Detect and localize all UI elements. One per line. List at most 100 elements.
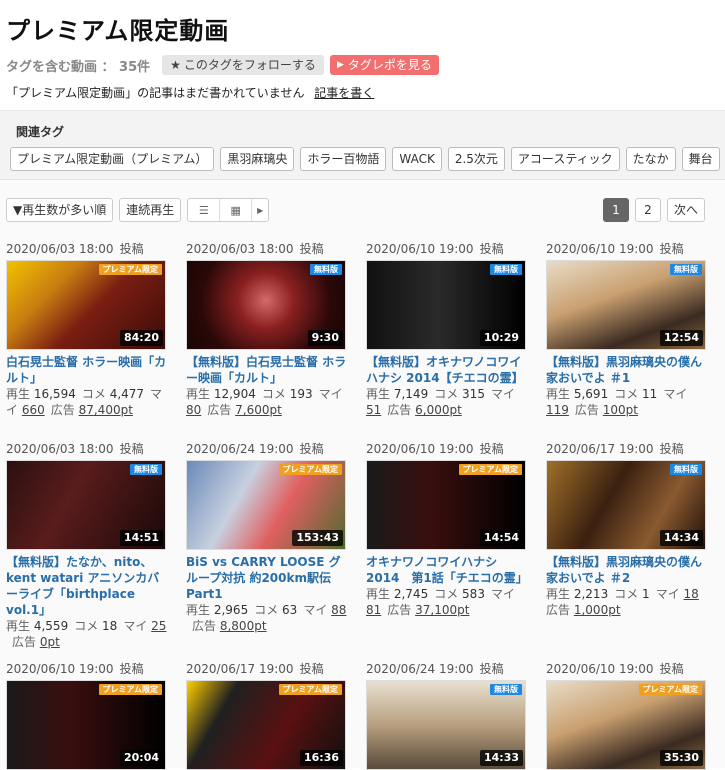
video-title-link[interactable]: 【無料版】黒羽麻璃央の僕ん家おいでよ ＃2 — [546, 554, 708, 586]
video-stats: 再生 5,691 コメ 11 マイ 119 広告 100pt — [546, 386, 708, 418]
page-2-button[interactable]: 2 — [634, 198, 661, 222]
video-thumbnail[interactable]: 無料版 10:29 — [366, 260, 526, 350]
video-title-link[interactable]: 【無料版】オキナワノコワイハナシ 2014【チエコの霊】 — [366, 354, 528, 386]
mylist-count-link[interactable]: 660 — [22, 403, 45, 417]
comments-count: 315 — [462, 387, 485, 401]
post-date: 2020/06/10 19:00 投稿 — [546, 660, 708, 678]
post-date-value: 2020/06/24 19:00 — [186, 442, 294, 456]
video-title-link[interactable]: 【無料版】黒羽麻璃央の僕ん家おいでよ ＃1 — [546, 354, 708, 386]
video-card[interactable]: 2020/06/17 19:00 投稿プレミアム限定 16:36 — [186, 660, 348, 770]
comments-count: 1 — [642, 587, 650, 601]
video-thumbnail[interactable]: プレミアム限定 20:04 — [6, 680, 166, 770]
post-label: 投稿 — [479, 662, 504, 676]
mylist-count-link[interactable]: 88 — [331, 603, 346, 617]
ads-label: 広告 — [546, 603, 571, 617]
comments-label: コメ — [614, 587, 639, 601]
video-thumbnail[interactable]: 無料版 14:33 — [366, 680, 526, 770]
continuous-play-button[interactable]: 連続再生 — [119, 198, 182, 222]
video-title-link[interactable]: 【無料版】白石晃士監督 ホラー映画「カルト」 — [186, 354, 348, 386]
views-count: 12,904 — [213, 387, 256, 401]
related-tag[interactable]: 黒羽麻璃央 — [220, 147, 295, 171]
list-view-icon[interactable]: ☰ — [188, 199, 221, 221]
ads-points-link[interactable]: 87,400pt — [79, 403, 133, 417]
video-card[interactable]: 2020/06/10 19:00 投稿無料版 12:54 【無料版】黒羽麻璃央の僕ん家… — [546, 240, 708, 418]
article-notice-text: 「プレミアム限定動画」の記事はまだ書かれていません — [6, 86, 305, 100]
video-thumbnail[interactable]: プレミアム限定 16:36 — [186, 680, 346, 770]
ads-points-link[interactable]: 7,600pt — [235, 403, 282, 417]
post-date: 2020/06/17 19:00 投稿 — [186, 660, 348, 678]
access-badge: 無料版 — [130, 464, 162, 475]
video-thumbnail[interactable]: 無料版 12:54 — [546, 260, 706, 350]
access-badge: 無料版 — [310, 264, 342, 275]
video-thumbnail[interactable]: プレミアム限定 14:54 — [366, 460, 526, 550]
play-icon: ▶ — [336, 60, 344, 70]
video-title-link[interactable]: 白石晃士監督 ホラー映画「カルト」 — [6, 354, 168, 386]
video-card[interactable]: 2020/06/10 19:00 投稿 プレミアム限定 14:54 オキナワノコワイハナ… — [366, 440, 528, 618]
sort-dropdown[interactable]: ▼再生数が多い順 — [6, 198, 114, 222]
grid-view-icon[interactable]: ▦ — [220, 199, 253, 221]
tag-repo-button[interactable]: ▶ タグレポを見る — [329, 55, 439, 75]
ads-points-link[interactable]: 1,000pt — [574, 603, 621, 617]
post-label: 投稿 — [299, 662, 324, 676]
video-card[interactable]: 2020/06/03 18:00 投稿 無料版 14:51 【無料版】たなか、nito、… — [6, 440, 168, 650]
mylist-count-link[interactable]: 18 — [684, 587, 699, 601]
ads-points-link[interactable]: 100pt — [603, 403, 638, 417]
video-card[interactable]: 2020/06/10 19:00 投稿プレミアム限定 35:30 — [546, 660, 708, 770]
mylist-count-link[interactable]: 25 — [151, 619, 166, 633]
video-title-link[interactable]: BiS vs CARRY LOOSE グループ対抗 約200km駅伝 Part1 — [186, 554, 348, 602]
ads-points-link[interactable]: 37,100pt — [415, 603, 469, 617]
views-count: 2,965 — [213, 603, 249, 617]
related-tag[interactable]: プレミアム限定動画（プレミアム） — [10, 147, 215, 171]
video-card[interactable]: 2020/06/24 19:00 投稿 無料版 14:33 — [366, 660, 528, 770]
video-stats: 再生 2,213 コメ 1 マイ 18 広告 1,000pt — [546, 586, 708, 618]
ads-label: 広告 — [387, 603, 412, 617]
video-thumbnail[interactable]: 無料版 14:34 — [546, 460, 706, 550]
video-card[interactable]: 2020/06/10 19:00 投稿 無料版 10:29 【無料版】オキナワノコワイハ… — [366, 240, 528, 418]
video-stats: 再生 4,559 コメ 18 マイ 25 広告 0pt — [6, 618, 168, 650]
video-title-link[interactable]: 【無料版】たなか、nito、kent watari アニソンカバーライブ「bir… — [6, 554, 168, 618]
post-date-value: 2020/06/10 19:00 — [6, 662, 114, 676]
ads-label: 広告 — [574, 403, 599, 417]
mylist-count-link[interactable]: 80 — [186, 403, 201, 417]
related-tag[interactable]: 舞台 — [681, 147, 720, 171]
video-thumbnail[interactable]: 無料版 9:30 — [186, 260, 346, 350]
views-label: 再生 — [366, 387, 391, 401]
related-tag[interactable]: ホラー百物語 — [300, 147, 387, 171]
ads-points-link[interactable]: 6,000pt — [415, 403, 462, 417]
mylist-count-link[interactable]: 51 — [366, 403, 381, 417]
video-thumbnail[interactable]: プレミアム限定 153:43 — [186, 460, 346, 550]
related-tag[interactable]: たなか — [625, 147, 676, 171]
follow-tag-label: このタグをフォローする — [183, 58, 316, 72]
access-badge: プレミアム限定 — [638, 684, 702, 695]
video-thumbnail[interactable]: プレミアム限定 35:30 — [546, 680, 706, 770]
post-date: 2020/06/03 18:00 投稿 — [6, 240, 168, 258]
video-card[interactable]: 2020/06/24 19:00 投稿 プレミアム限定 153:43 BiS vs CA… — [186, 440, 348, 634]
post-date: 2020/06/10 19:00 投稿 — [546, 240, 708, 258]
video-card[interactable]: 2020/06/03 18:00 投稿 無料版 9:30 【無料版】白石晃士監督 ホラー… — [186, 240, 348, 418]
video-title-link[interactable]: オキナワノコワイハナシ 2014 第1話「チエコの霊」 — [366, 554, 528, 586]
write-article-link[interactable]: 記事を書く — [314, 86, 374, 100]
follow-tag-button[interactable]: ★ このタグをフォローする — [162, 55, 324, 75]
views-label: 再生 — [186, 387, 211, 401]
next-page-button[interactable]: 次へ — [666, 198, 705, 222]
mylist-count-link[interactable]: 119 — [546, 403, 569, 417]
ads-points-link[interactable]: 8,800pt — [220, 619, 267, 633]
video-duration: 84:20 — [119, 330, 163, 346]
video-thumbnail[interactable]: 無料版 14:51 — [6, 460, 166, 550]
video-card[interactable]: 2020/06/17 19:00 投稿 無料版 14:34 【無料版】黒羽麻璃央の僕ん家… — [546, 440, 708, 618]
comments-count: 18 — [102, 619, 118, 633]
related-tag[interactable]: 2.5次元 — [447, 147, 505, 171]
video-card[interactable]: 2020/06/10 19:00 投稿 プレミアム限定 20:04 — [6, 660, 168, 770]
ads-points-link[interactable]: 0pt — [40, 635, 60, 649]
views-label: 再生 — [6, 387, 31, 401]
access-badge: 無料版 — [490, 684, 522, 695]
related-tag[interactable]: WACK — [392, 147, 442, 171]
page-title: プレミアム限定動画 — [6, 17, 230, 45]
page-1-button[interactable]: 1 — [602, 198, 629, 222]
video-thumbnail[interactable]: プレミアム限定 84:20 — [6, 260, 166, 350]
related-tag[interactable]: アコースティック — [510, 147, 620, 171]
video-card[interactable]: 2020/06/03 18:00 投稿プレミアム限定 84:20 白石晃士監督 ホラー… — [6, 240, 168, 418]
post-date-value: 2020/06/10 19:00 — [366, 242, 474, 256]
chevron-right-icon[interactable]: ▶ — [252, 199, 268, 221]
mylist-count-link[interactable]: 81 — [366, 603, 381, 617]
